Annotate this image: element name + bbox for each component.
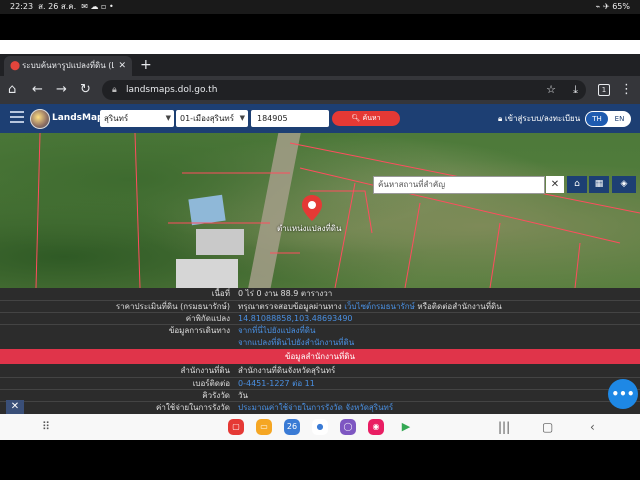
search-icon: 🔍︎ [351,114,361,122]
new-tab-icon[interactable]: + [140,56,152,74]
status-bar: 22:23 ส. 26 ส.ค. ✉ ☁ ▫ • ⌁ ✈ 65% [0,0,640,14]
address-bar[interactable]: 🔒︎ landsmaps.dol.go.th ☆ ⤓ [102,80,586,100]
treasury-website-link[interactable]: เว็บไซต์กรมธนารักษ์ [344,302,415,311]
lock-icon: 🔒︎ [112,85,117,95]
reload-icon[interactable]: ↻ [80,76,91,104]
status-battery: ⌁ ✈ 65% [595,2,630,11]
app-header: LandsMaps สุรินทร์ ▼ 01-เมืองสุรินทร์ ▼ … [0,104,640,133]
bookmark-star-icon[interactable]: ☆ [546,80,556,100]
route-to-parcel-link[interactable]: จากที่นี่ไปยังแปลงที่ดิน [238,325,315,337]
browser-tab-bar: ⬤ ระบบค้นหารูปแปลงที่ดิน (Lan ✕ + [0,54,640,76]
info-row-cost: ค่าใช้จ่ายในการรังวัด ประมาณค่าใช้จ่ายใน… [0,401,640,414]
home-icon[interactable]: ⌂ [8,76,16,104]
chat-icon[interactable]: ● [312,419,328,435]
chevron-down-icon: ▼ [239,114,245,122]
lang-en-button[interactable]: EN [609,112,630,126]
system-navigation-bar: ⠿ ▢ ▭ 26 ● ◯ ◉ ▶ ||| ▢ ‹ [0,414,640,440]
home-icon[interactable]: ⌂ [567,176,587,193]
app-icon-red[interactable]: ▢ [228,419,244,435]
browser-tab[interactable]: ⬤ ระบบค้นหารูปแปลงที่ดิน (Lan ✕ [4,56,132,76]
url-text: landsmaps.dol.go.th [126,85,218,95]
department-logo [30,109,50,129]
clear-search-icon[interactable]: ✕ [546,176,564,193]
back-button-icon[interactable]: ‹ [590,414,595,440]
recent-apps-icon[interactable]: ||| [498,414,510,440]
info-row-area: เนื้อที่ 0 ไร่ 0 งาน 88.9 ตารางวา [211,289,333,298]
location-pin-icon: ⬤ [10,61,21,71]
parcel-number-input[interactable]: 184905 [251,110,329,127]
survey-cost-link[interactable]: ประมาณค่าใช้จ่ายในการรังวัด จังหวัดสุริน… [238,402,393,414]
letterbox-bottom [0,440,640,480]
hamburger-menu-icon[interactable] [10,111,24,125]
office-section-header: ข้อมูลสำนักงานที่ดิน [0,349,640,364]
parcel-info-panel: เนื้อที่ 0 ไร่ 0 งาน 88.9 ตารางวา ราคาปร… [0,288,640,414]
download-icon[interactable]: ⤓ [573,80,578,100]
browser-menu-icon[interactable]: ⋮ [620,76,633,104]
location-pin-icon[interactable] [302,195,322,221]
grid-icon[interactable]: ▦ [589,176,609,193]
calendar-icon[interactable]: 26 [284,419,300,435]
place-search-input[interactable]: ค้นหาสถานที่สำคัญ [373,176,545,194]
lang-th-button[interactable]: TH [586,112,608,126]
device-screen: ⬤ ระบบค้นหารูปแปลงที่ดิน (Lan ✕ + ⌂ ← → … [0,40,640,440]
tools-icon[interactable]: ✕ [6,400,24,414]
district-select[interactable]: 01-เมืองสุรินทร์ ▼ [176,110,248,127]
info-row-office: สำนักงานที่ดิน สำนักงานที่ดินจังหวัดสุริ… [180,366,336,375]
play-store-icon[interactable]: ▶ [398,419,414,435]
back-icon[interactable]: ← [32,76,43,104]
info-row-route: ข้อมูลการเดินทาง จากที่นี่ไปยังแปลงที่ดิ… [0,324,640,349]
status-time-date: 22:23 ส. 26 ส.ค. ✉ ☁ ▫ • [10,2,114,11]
app-icon-folder[interactable]: ▭ [256,419,272,435]
province-select[interactable]: สุรินทร์ ▼ [100,110,174,127]
search-button[interactable]: 🔍︎ ค้นหา [332,111,400,126]
login-link[interactable]: 🔒︎ เข้าสู่ระบบ/ลงทะเบียน [498,104,580,133]
tab-count-button[interactable]: 1 [598,84,610,96]
language-toggle[interactable]: TH EN [585,111,631,127]
lock-icon: 🔒︎ [498,114,503,123]
map-view[interactable]: ตำแหน่งแปลงที่ดิน ค้นหาสถานที่สำคัญ ✕ ⌂ … [0,133,640,288]
parcel-marker-label: ตำแหน่งแปลงที่ดิน [277,224,342,233]
layers-icon[interactable]: ◈ [612,176,636,193]
camera-icon[interactable]: ◉ [368,419,384,435]
more-options-button[interactable]: ••• [608,379,638,409]
app-drawer-icon[interactable]: ⠿ [42,420,50,434]
forward-icon[interactable]: → [56,76,67,104]
app-icon-purple[interactable]: ◯ [340,419,356,435]
route-to-office-link[interactable]: จากแปลงที่ดินไปยังสำนักงานที่ดิน [238,337,354,349]
browser-toolbar: ⌂ ← → ↻ 🔒︎ landsmaps.dol.go.th ☆ ⤓ 1 ⋮ [0,76,640,104]
tab-title: ระบบค้นหารูปแปลงที่ดิน (Lan [22,61,114,70]
close-tab-icon[interactable]: ✕ [118,56,126,76]
chevron-down-icon: ▼ [165,114,171,122]
home-button-icon[interactable]: ▢ [542,414,553,440]
